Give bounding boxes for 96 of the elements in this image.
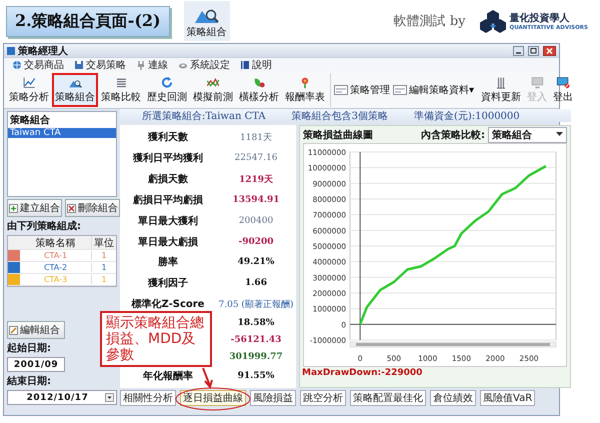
date-field[interactable]: 2001/09 [7, 357, 65, 372]
info-text: 準備資金(元):1000000 [414, 110, 520, 122]
table-cell-text: CTA-1 [42, 251, 68, 260]
stat-value: 49.21% [238, 257, 274, 268]
tab[interactable]: 倉位績效 [430, 390, 476, 406]
column-header: 策略名稱 [34, 236, 76, 250]
tab[interactable]: 跳空分析 [300, 390, 346, 406]
edit-button[interactable]: 編輯組合 [7, 321, 65, 339]
stat-value: 13594.91 [232, 194, 280, 205]
maximize-icon[interactable] [528, 46, 539, 56]
app-icon-label: 策略組合 [186, 26, 227, 39]
minimize-icon[interactable] [513, 46, 524, 56]
zigzag-icon [205, 76, 221, 89]
toolbar-button[interactable]: 報酬率表 [282, 73, 328, 107]
tab[interactable]: 相關性分析 [120, 390, 176, 406]
logo-icon [480, 9, 506, 33]
credit-text: 軟體測試 by [394, 13, 466, 30]
compare-select[interactable]: 策略組合 [488, 126, 567, 142]
stat-value: 1219天 [238, 174, 274, 185]
menu-item[interactable]: 交易策略 [74, 58, 126, 72]
form-icon [334, 85, 348, 95]
tab[interactable]: 風險值VaR [480, 390, 536, 406]
delete-icon [67, 204, 76, 212]
stat-value: -56121.43 [230, 334, 282, 345]
tab[interactable]: 策略配置最佳化 [350, 390, 426, 406]
portfolio-button[interactable]: 建立組合 [7, 199, 62, 217]
stat-label: 單日最大虧損 [138, 236, 198, 248]
stat-label: 標準化Z-Score [132, 299, 204, 310]
info-text: 所選策略組合:Taiwan CTA [142, 110, 266, 122]
toolbar-button[interactable]: 編輯策略資料▾ [393, 83, 474, 97]
add-icon [9, 204, 18, 212]
menu-item[interactable]: 連線 [136, 58, 168, 72]
table-cell: 1 [91, 275, 116, 284]
table-cell-text: CTA-3 [42, 275, 68, 284]
stat-value: -90200 [238, 236, 274, 247]
stat-label: 勝率 [158, 257, 178, 268]
stat-value: 91.55% [238, 370, 274, 381]
callout-box: 顯示策略組合總損益、MDD及參數 [100, 311, 212, 367]
toolbar-button[interactable]: 策略分析 [6, 73, 52, 107]
plug-icon [136, 60, 146, 70]
toolbar-button[interactable]: 模擬前測 [190, 73, 236, 107]
line-chart-icon [21, 76, 37, 89]
toolbar-button[interactable]: 登出 [550, 73, 576, 107]
toolbar-button[interactable]: 策略組合 [52, 73, 98, 107]
toolbar-button[interactable]: 資料更新 [478, 73, 524, 107]
stat-value: 7.05 (顯著正報酬) [218, 300, 294, 310]
form-icon [393, 85, 407, 95]
stat-label: 虧損日平均虧損 [133, 194, 203, 206]
toolbar-button[interactable]: 歷史回測 [144, 73, 190, 107]
menu-item[interactable]: 系統設定 [178, 58, 230, 72]
table-cell: 1 [91, 251, 116, 260]
logo-name: 量化投資學人 [510, 12, 571, 24]
pencil-icon [9, 326, 18, 334]
stat-value: 18.58% [238, 318, 274, 328]
stat-value: 200400 [238, 216, 274, 226]
monitor-icon [529, 76, 546, 89]
page-title: 2.策略組合頁面-(2) [6, 6, 170, 36]
portfolio-item[interactable]: Taiwan CTA [8, 128, 116, 138]
close-icon[interactable] [543, 46, 556, 56]
info-text: 策略組合包含3個策略 [292, 110, 388, 122]
tab[interactable]: 風險損益 [250, 390, 296, 406]
compare-label: 內含策略比較: [421, 128, 485, 142]
menu-item[interactable]: 交易商品 [12, 58, 64, 72]
column-header: 單位 [91, 236, 116, 250]
stat-label: 年化報酬率 [143, 370, 193, 382]
stat-label: 單日最大獲利 [138, 216, 198, 227]
stat-value: 1181天 [240, 132, 272, 143]
stat-label: 獲利因子 [148, 278, 188, 290]
callout-arrow [202, 367, 213, 390]
caret-icon [556, 132, 563, 137]
toolbar-button[interactable]: 橫樣分析 [236, 73, 282, 107]
max-drawdown-text: MaxDrawDown:-229000 [301, 367, 424, 379]
table-cell-text: CTA-2 [42, 263, 68, 272]
toolbar-button[interactable]: 策略管理 [334, 83, 390, 97]
scrollbar[interactable] [350, 342, 556, 348]
refresh-icon [159, 76, 175, 89]
stat-value: 22547.16 [234, 153, 278, 164]
window-title: 策略經理人 [18, 44, 68, 58]
date-label: 起始日期: [7, 342, 51, 355]
date-field[interactable]: 2012/10/17 [7, 390, 117, 405]
date-label: 結束日期: [7, 374, 51, 388]
list-heading: 策略組合 [9, 114, 51, 128]
table-cell: 1 [91, 263, 116, 272]
portfolio-button[interactable]: 刪除組合 [65, 199, 120, 217]
stat-value: 301999.77 [229, 352, 283, 362]
app-icon [7, 46, 15, 54]
menu-item[interactable]: 說明 [240, 58, 272, 72]
toolbar-button[interactable]: 策略比較 [98, 73, 144, 107]
stat-value: 1.66 [245, 278, 267, 288]
chart-title: 策略損益曲線圖 [303, 128, 373, 142]
section-label: 由下列策略組成: [7, 220, 82, 233]
stat-label: 獲利日平均獲利 [133, 153, 203, 164]
stat-label: 獲利天數 [148, 132, 188, 144]
stat-label: 虧損天數 [148, 174, 188, 186]
tab[interactable]: 逐日損益曲線 [180, 390, 246, 406]
dropdown-icon[interactable] [105, 393, 114, 402]
